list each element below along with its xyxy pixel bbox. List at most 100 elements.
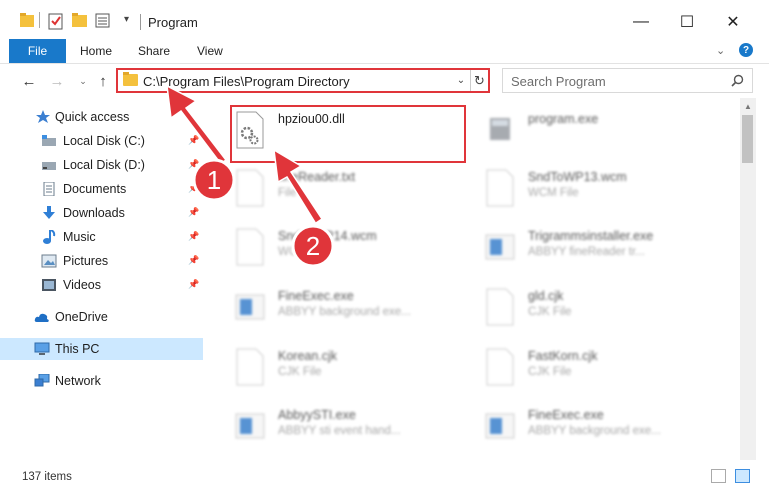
- sidebar-item-local-disk-c[interactable]: Local Disk (C:) 📌: [0, 130, 203, 152]
- large-icons-view-icon[interactable]: [735, 469, 750, 483]
- file-item[interactable]: SndToWP13.wcm WCM File: [457, 163, 702, 215]
- search-placeholder: Search Program: [511, 74, 606, 89]
- sidebar-item-label: Videos: [63, 278, 101, 292]
- sidebar-item-downloads[interactable]: Downloads 📌: [0, 202, 203, 224]
- sidebar-item-onedrive[interactable]: OneDrive: [0, 306, 203, 328]
- tab-file[interactable]: File: [9, 39, 66, 63]
- customize-dropdown-icon[interactable]: ▾: [124, 14, 129, 25]
- sidebar-item-label: Quick access: [55, 110, 130, 124]
- chevron-down-icon[interactable]: ⌄: [716, 44, 730, 57]
- sidebar-item-label: Downloads: [63, 206, 125, 220]
- file-item[interactable]: AbbyySTI.exe ABBYY sti event hand...: [207, 401, 452, 453]
- minimize-button[interactable]: —: [618, 7, 664, 37]
- view-options-icon[interactable]: [95, 12, 113, 30]
- pin-icon[interactable]: 📌: [188, 207, 199, 219]
- file-item[interactable]: Trigrammsinstaller.exe ABBYY fineReader …: [457, 222, 702, 274]
- file-name: FineExec.exe: [278, 289, 354, 303]
- sidebar-item-label: OneDrive: [55, 310, 108, 324]
- download-icon: [43, 206, 55, 219]
- file-item[interactable]: FineExec.exe ABBYY background exe...: [207, 282, 452, 334]
- details-view-icon[interactable]: [711, 469, 726, 483]
- file-type: ABBYY sti event hand...: [278, 425, 401, 437]
- file-name: Korean.cjk: [278, 349, 338, 363]
- file-icon: [236, 348, 264, 386]
- sidebar-item-videos[interactable]: Videos 📌: [0, 274, 203, 296]
- drive-c-icon: [42, 135, 56, 146]
- drive-d-icon: [42, 162, 56, 170]
- file-name: program.exe: [528, 112, 599, 126]
- file-icon: [486, 169, 514, 207]
- file-type: WCM File: [528, 187, 579, 199]
- tab-share[interactable]: Share: [138, 44, 170, 58]
- file-item[interactable]: SndToWP14.wcm WCM File: [207, 222, 452, 274]
- file-name: gld.cjk: [528, 289, 564, 303]
- new-folder-icon[interactable]: [72, 12, 87, 30]
- sidebar-item-music[interactable]: Music 📌: [0, 226, 203, 248]
- scroll-up-icon[interactable]: ▲: [740, 98, 756, 114]
- navigation-bar: ← → ⌄ ↑ C:\Program Files\Program Directo…: [0, 64, 769, 98]
- file-item[interactable]: fineReader.txt File: [207, 163, 452, 215]
- file-type: CJK File: [528, 366, 572, 378]
- close-button[interactable]: ✕: [710, 7, 756, 37]
- pin-icon[interactable]: 📌: [188, 279, 199, 291]
- sidebar-item-label: Music: [63, 230, 96, 244]
- chevron-down-icon[interactable]: ⌄: [454, 71, 468, 90]
- tab-view[interactable]: View: [197, 44, 223, 58]
- file-name: Trigrammsinstaller.exe: [528, 229, 654, 243]
- help-icon[interactable]: ?: [739, 43, 753, 57]
- pin-icon[interactable]: 📌: [188, 159, 199, 171]
- pin-icon[interactable]: 📌: [188, 255, 199, 267]
- address-bar[interactable]: C:\Program Files\Program Directory ⌄ ↻: [116, 68, 490, 93]
- file-type: CJK File: [528, 306, 572, 318]
- sidebar-item-documents[interactable]: Documents 📌: [0, 178, 203, 200]
- file-type: File: [278, 187, 297, 199]
- file-name: FastKorn.cjk: [528, 349, 598, 363]
- file-icon: [486, 348, 514, 386]
- exe-icon: [490, 118, 510, 140]
- back-arrow-icon[interactable]: ←: [20, 72, 38, 90]
- pin-icon[interactable]: 📌: [188, 231, 199, 243]
- file-name: FineExec.exe: [528, 408, 604, 422]
- file-item[interactable]: gld.cjk CJK File: [457, 282, 702, 334]
- title-bar: ▾ Program — ☐ ✕: [0, 0, 769, 37]
- properties-icon[interactable]: [48, 12, 64, 30]
- status-bar: 137 items: [0, 460, 769, 503]
- sidebar-item-quick-access[interactable]: Quick access: [0, 106, 203, 128]
- up-arrow-icon[interactable]: ↑: [94, 72, 112, 90]
- tab-home[interactable]: Home: [80, 44, 112, 58]
- folder-icon: [123, 72, 138, 86]
- search-icon[interactable]: [731, 74, 744, 87]
- address-path[interactable]: C:\Program Files\Program Directory: [143, 74, 350, 89]
- file-icon: [236, 228, 264, 266]
- highlight-box: [230, 105, 466, 163]
- documents-icon: [43, 182, 55, 196]
- sidebar-item-network[interactable]: Network: [0, 370, 203, 392]
- file-name: SndToWP13.wcm: [528, 170, 627, 184]
- app-icon: [485, 413, 515, 439]
- file-type: CJK File: [278, 366, 322, 378]
- maximize-button[interactable]: ☐: [664, 7, 710, 37]
- file-item[interactable]: Korean.cjk CJK File: [207, 342, 452, 394]
- file-item-program-exe[interactable]: program.exe: [457, 105, 702, 157]
- forward-arrow-icon[interactable]: →: [48, 72, 66, 90]
- sidebar-item-this-pc[interactable]: This PC: [0, 338, 203, 360]
- sidebar-item-local-disk-d[interactable]: Local Disk (D:) 📌: [0, 154, 203, 176]
- vertical-scrollbar[interactable]: ▲: [740, 98, 756, 460]
- pin-icon[interactable]: 📌: [188, 183, 199, 195]
- sidebar-item-label: Local Disk (C:): [63, 134, 145, 148]
- title-separator: [140, 14, 141, 30]
- file-type: ABBYY background exe...: [278, 306, 411, 318]
- pin-icon[interactable]: 📌: [188, 135, 199, 147]
- search-input[interactable]: Search Program: [502, 68, 753, 93]
- file-item[interactable]: FineExec.exe ABBYY background exe...: [457, 401, 702, 453]
- sidebar-item-pictures[interactable]: Pictures 📌: [0, 250, 203, 272]
- recent-locations-chevron-icon[interactable]: ⌄: [74, 72, 92, 90]
- computer-icon: [34, 342, 50, 355]
- scroll-thumb[interactable]: [742, 115, 753, 163]
- refresh-icon[interactable]: ↻: [470, 70, 488, 91]
- sidebar-item-label: Network: [55, 374, 101, 388]
- sidebar-item-label: Pictures: [63, 254, 109, 268]
- file-item[interactable]: FastKorn.cjk CJK File: [457, 342, 702, 394]
- music-icon: [43, 230, 56, 244]
- app-icon: [485, 234, 515, 260]
